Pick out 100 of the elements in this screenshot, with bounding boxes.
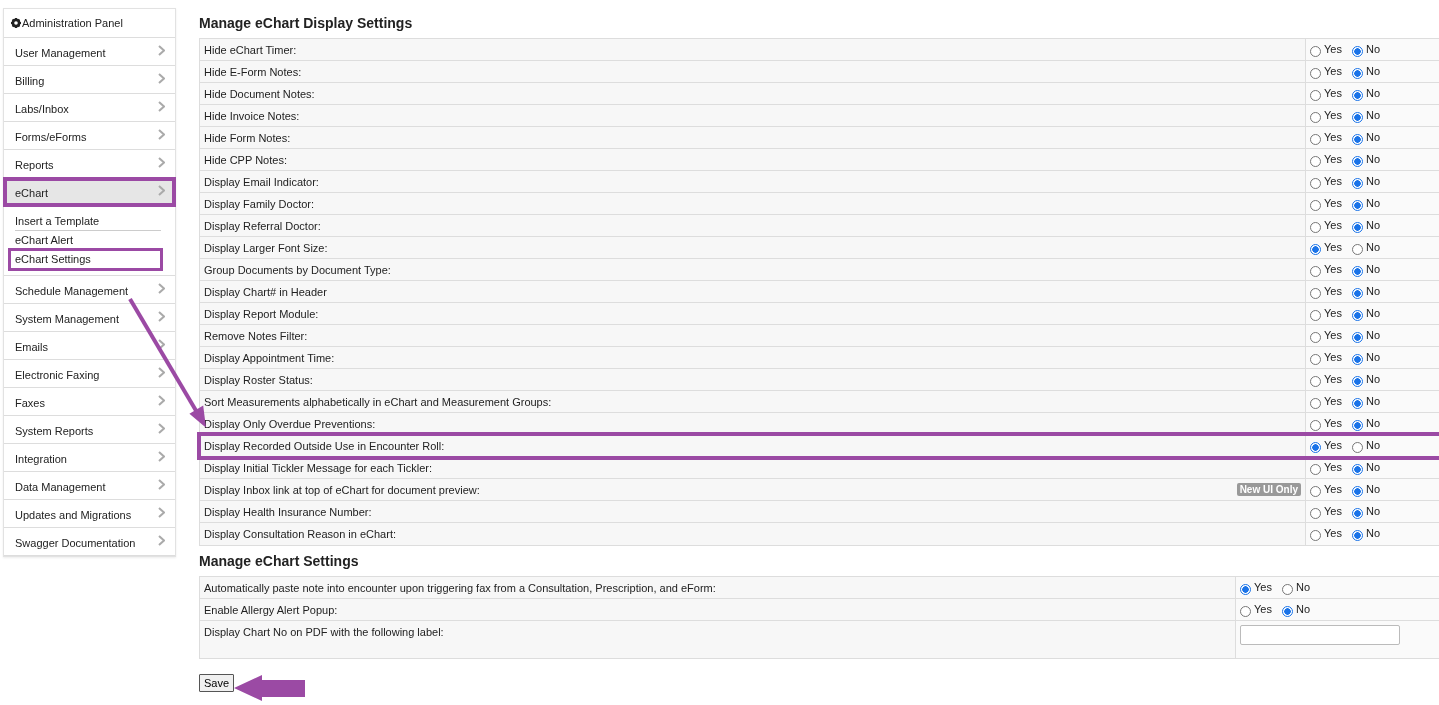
option-label: No bbox=[1365, 307, 1380, 319]
option-label: No bbox=[1365, 461, 1380, 473]
radio-button[interactable] bbox=[1310, 244, 1321, 255]
option-label: No bbox=[1365, 351, 1380, 363]
sidebar-item[interactable]: Labs/Inbox bbox=[4, 94, 175, 122]
option-label: Yes bbox=[1324, 109, 1342, 121]
sidebar-item[interactable]: Faxes bbox=[4, 388, 175, 416]
label-input-field[interactable] bbox=[1240, 625, 1400, 645]
option-label: Yes bbox=[1324, 175, 1342, 187]
radio-button[interactable] bbox=[1351, 464, 1363, 475]
radio-button[interactable] bbox=[1351, 266, 1363, 277]
chevron-icon bbox=[158, 283, 165, 294]
sidebar-item[interactable]: Schedule Management bbox=[4, 276, 175, 304]
sidebar-item[interactable]: Updates and Migrations bbox=[4, 500, 175, 528]
setting-label: Display Appointment Time: bbox=[204, 352, 335, 364]
radio-button[interactable] bbox=[1310, 222, 1321, 233]
radio-button[interactable] bbox=[1310, 288, 1321, 299]
radio-button[interactable] bbox=[1310, 68, 1321, 79]
radio-button[interactable] bbox=[1351, 178, 1363, 189]
radio-button[interactable] bbox=[1310, 486, 1321, 497]
radio-button[interactable] bbox=[1351, 354, 1363, 365]
sidebar-item[interactable]: Billing bbox=[4, 66, 175, 94]
option-label: Yes bbox=[1324, 131, 1342, 143]
save-button[interactable]: Save bbox=[199, 674, 235, 692]
radio-button[interactable] bbox=[1240, 584, 1251, 595]
radio-button[interactable] bbox=[1310, 310, 1321, 321]
sidebar-item[interactable]: Swagger Documentation bbox=[4, 528, 175, 556]
radio-button[interactable] bbox=[1281, 584, 1293, 595]
option-label: No bbox=[1365, 131, 1380, 143]
option-label: No bbox=[1365, 87, 1380, 99]
radio-button[interactable] bbox=[1310, 200, 1321, 211]
option-label: No bbox=[1365, 43, 1380, 55]
radio-button[interactable] bbox=[1310, 420, 1321, 431]
radio-button[interactable] bbox=[1351, 222, 1363, 233]
sidebar-item[interactable]: System Management bbox=[4, 304, 175, 332]
radio-button[interactable] bbox=[1351, 310, 1363, 321]
radio-button[interactable] bbox=[1310, 398, 1321, 409]
chevron-icon bbox=[158, 367, 165, 378]
submenu-item[interactable]: eChart Settings bbox=[10, 250, 161, 269]
radio-button[interactable] bbox=[1351, 530, 1363, 541]
setting-label: Hide Form Notes: bbox=[204, 132, 291, 144]
setting-label: Sort Measurements alphabetically in eChart and Measurement Groups: bbox=[204, 396, 552, 408]
radio-button[interactable] bbox=[1310, 112, 1321, 123]
radio-button[interactable] bbox=[1351, 376, 1363, 387]
radio-button[interactable] bbox=[1310, 464, 1321, 475]
sidebar-item[interactable]: System Reports bbox=[4, 416, 175, 444]
radio-button[interactable] bbox=[1310, 332, 1321, 343]
option-label: Yes bbox=[1324, 241, 1342, 253]
sidebar-item[interactable]: Electronic Faxing bbox=[4, 360, 175, 388]
radio-button[interactable] bbox=[1310, 156, 1321, 167]
sidebar-item[interactable]: Data Management bbox=[4, 472, 175, 500]
radio-button[interactable] bbox=[1351, 68, 1363, 79]
radio-button[interactable] bbox=[1310, 134, 1321, 145]
option-label: Yes bbox=[1324, 65, 1342, 77]
radio-button[interactable] bbox=[1351, 200, 1363, 211]
option-label: No bbox=[1365, 153, 1380, 165]
setting-label: Hide Invoice Notes: bbox=[204, 110, 300, 122]
radio-button[interactable] bbox=[1351, 112, 1363, 123]
radio-button[interactable] bbox=[1351, 288, 1363, 299]
option-label: No bbox=[1365, 285, 1380, 297]
radio-button[interactable] bbox=[1351, 398, 1363, 409]
radio-button[interactable] bbox=[1240, 606, 1251, 617]
radio-button[interactable] bbox=[1310, 530, 1321, 541]
radio-button[interactable] bbox=[1310, 178, 1321, 189]
radio-button[interactable] bbox=[1351, 244, 1363, 255]
chevron-icon bbox=[158, 339, 165, 350]
setting-label: Display Report Module: bbox=[204, 308, 319, 320]
radio-button[interactable] bbox=[1310, 90, 1321, 101]
radio-button[interactable] bbox=[1310, 266, 1321, 277]
radio-button[interactable] bbox=[1351, 442, 1363, 453]
radio-button[interactable] bbox=[1351, 46, 1363, 57]
radio-button[interactable] bbox=[1351, 156, 1363, 167]
option-label: Yes bbox=[1324, 87, 1342, 99]
option-label: Yes bbox=[1324, 219, 1342, 231]
radio-button[interactable] bbox=[1310, 508, 1321, 519]
option-label: Yes bbox=[1324, 43, 1342, 55]
radio-button[interactable] bbox=[1351, 134, 1363, 145]
submenu-item[interactable]: eChart Alert bbox=[15, 231, 161, 250]
submenu-item[interactable]: Insert a Template bbox=[15, 212, 161, 231]
setting-label: Display Larger Font Size: bbox=[204, 242, 328, 254]
radio-button[interactable] bbox=[1281, 606, 1293, 617]
radio-button[interactable] bbox=[1351, 332, 1363, 343]
radio-button[interactable] bbox=[1351, 90, 1363, 101]
sidebar-item[interactable]: Emails bbox=[4, 332, 175, 360]
radio-button[interactable] bbox=[1310, 442, 1321, 453]
sidebar-item[interactable]: Integration bbox=[4, 444, 175, 472]
radio-button[interactable] bbox=[1310, 376, 1321, 387]
radio-button[interactable] bbox=[1310, 354, 1321, 365]
annotation-arrow bbox=[234, 675, 305, 701]
radio-button[interactable] bbox=[1310, 46, 1321, 57]
chevron-icon bbox=[158, 45, 165, 56]
option-label: No bbox=[1365, 65, 1380, 77]
radio-button[interactable] bbox=[1351, 486, 1363, 497]
sidebar-item[interactable]: eChart bbox=[4, 178, 175, 206]
radio-button[interactable] bbox=[1351, 420, 1363, 431]
option-label: Yes bbox=[1324, 461, 1342, 473]
setting-label: Hide E-Form Notes: bbox=[204, 66, 302, 78]
radio-button[interactable] bbox=[1351, 508, 1363, 519]
sidebar-item[interactable]: User Management bbox=[4, 38, 175, 66]
sidebar-item[interactable]: Forms/eForms bbox=[4, 122, 175, 150]
